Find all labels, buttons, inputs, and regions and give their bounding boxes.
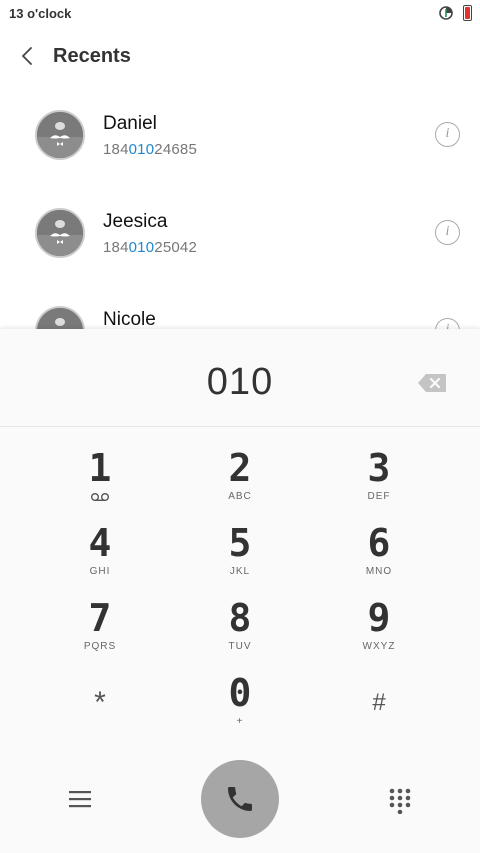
key-6[interactable]: 6 MNO	[319, 522, 439, 592]
info-icon[interactable]: i	[435, 220, 460, 245]
phone-icon	[228, 787, 252, 811]
voicemail-icon	[91, 493, 109, 502]
avatar	[35, 110, 85, 160]
page-title: Recents	[53, 45, 131, 67]
dialer-actions	[0, 760, 480, 840]
key-4[interactable]: 4 GHI	[40, 522, 160, 592]
contact-row[interactable]: Daniel 18401024685 i	[0, 86, 480, 184]
menu-icon[interactable]	[69, 790, 91, 808]
backspace-icon[interactable]	[417, 373, 447, 393]
key-1[interactable]: 1	[40, 447, 160, 517]
dialer-panel: 010 1 2 ABC 3 DEF 4 GHI 5 JKL 6 MNO 7 PQ…	[0, 329, 480, 853]
battery-icon	[463, 5, 472, 21]
dialed-number[interactable]: 010	[0, 361, 480, 404]
key-5[interactable]: 5 JKL	[180, 522, 300, 592]
key-0[interactable]: 0 +	[180, 672, 300, 742]
contact-name: Nicole	[103, 309, 156, 330]
contact-number: 18401024685	[103, 141, 197, 158]
key-8[interactable]: 8 TUV	[180, 597, 300, 667]
key-9[interactable]: 9 WXYZ	[319, 597, 439, 667]
dialpad-grid-icon[interactable]	[389, 788, 411, 814]
info-icon[interactable]: i	[435, 122, 460, 147]
status-icons	[439, 5, 472, 21]
contact-row[interactable]: Jeesica 18401025042 i	[0, 184, 480, 282]
key-hash[interactable]: #	[319, 672, 439, 742]
key-7[interactable]: 7 PQRS	[40, 597, 160, 667]
avatar-mustache-icon	[37, 112, 83, 158]
contact-name: Jeesica	[103, 211, 168, 232]
avatar	[35, 208, 85, 258]
contact-number: 18401025042	[103, 239, 197, 256]
back-arrow-icon[interactable]	[16, 44, 40, 68]
key-2[interactable]: 2 ABC	[180, 447, 300, 517]
call-button[interactable]	[201, 760, 279, 838]
status-time: 13 o'clock	[9, 6, 72, 21]
key-star[interactable]: *	[40, 672, 160, 742]
header: Recents	[0, 30, 480, 86]
avatar-mustache-icon	[37, 210, 83, 256]
data-saver-icon	[439, 6, 453, 20]
dial-display: 010	[0, 329, 480, 427]
contact-name: Daniel	[103, 113, 157, 134]
key-3[interactable]: 3 DEF	[319, 447, 439, 517]
status-bar: 13 o'clock	[0, 0, 480, 28]
